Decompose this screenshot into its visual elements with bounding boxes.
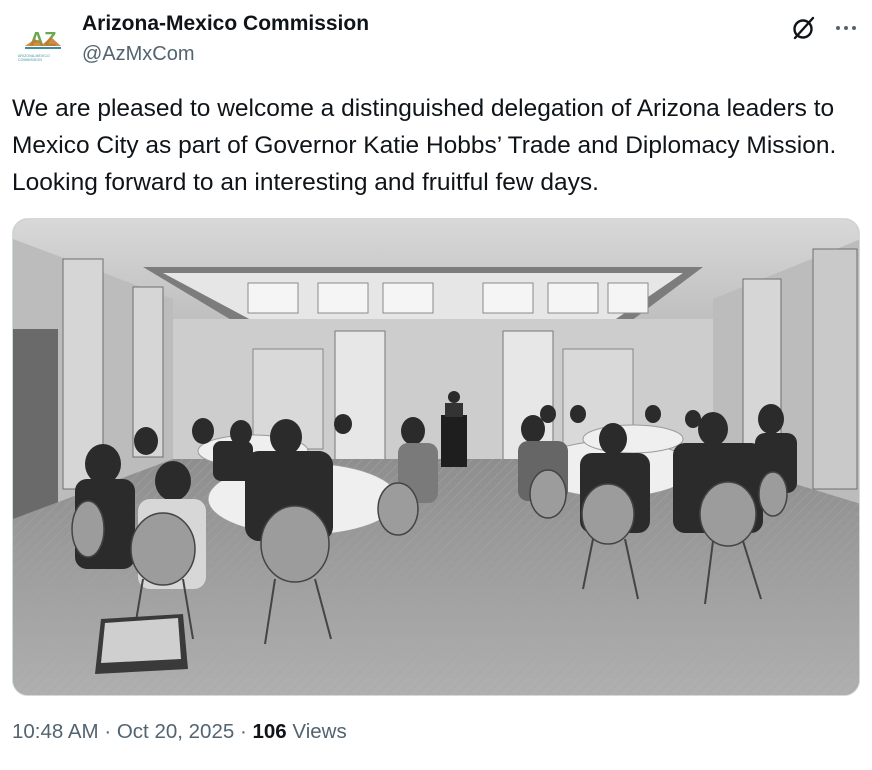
author-handle[interactable]: @AzMxCom [82, 43, 195, 66]
tweet-header: AZ ARIZONA-MEXICO COMMISSION Arizona-Mex… [12, 10, 860, 70]
meta-separator: · [239, 720, 247, 743]
az-logo-icon: AZ [25, 29, 61, 51]
more-icon[interactable] [832, 14, 860, 42]
meta-separator: · [104, 720, 112, 743]
tweet-text: We are pleased to welcome a distinguishe… [12, 95, 837, 196]
views-count: 106 [252, 720, 287, 743]
tweet-photo[interactable] [12, 218, 860, 696]
author-name[interactable]: Arizona-Mexico Commission [82, 12, 369, 36]
tweet-date[interactable]: Oct 20, 2025 [117, 720, 234, 743]
ballroom-photo [13, 219, 859, 695]
avatar-subtext: ARIZONA-MEXICO COMMISSION [18, 54, 50, 62]
tweet-time[interactable]: 10:48 AM [12, 720, 99, 743]
tweet-meta: 10:48 AM · Oct 20, 2025 · 106 Views [12, 720, 347, 744]
avatar[interactable]: AZ ARIZONA-MEXICO COMMISSION [18, 20, 68, 70]
views-label: Views [292, 720, 347, 743]
grok-icon[interactable] [790, 14, 818, 42]
